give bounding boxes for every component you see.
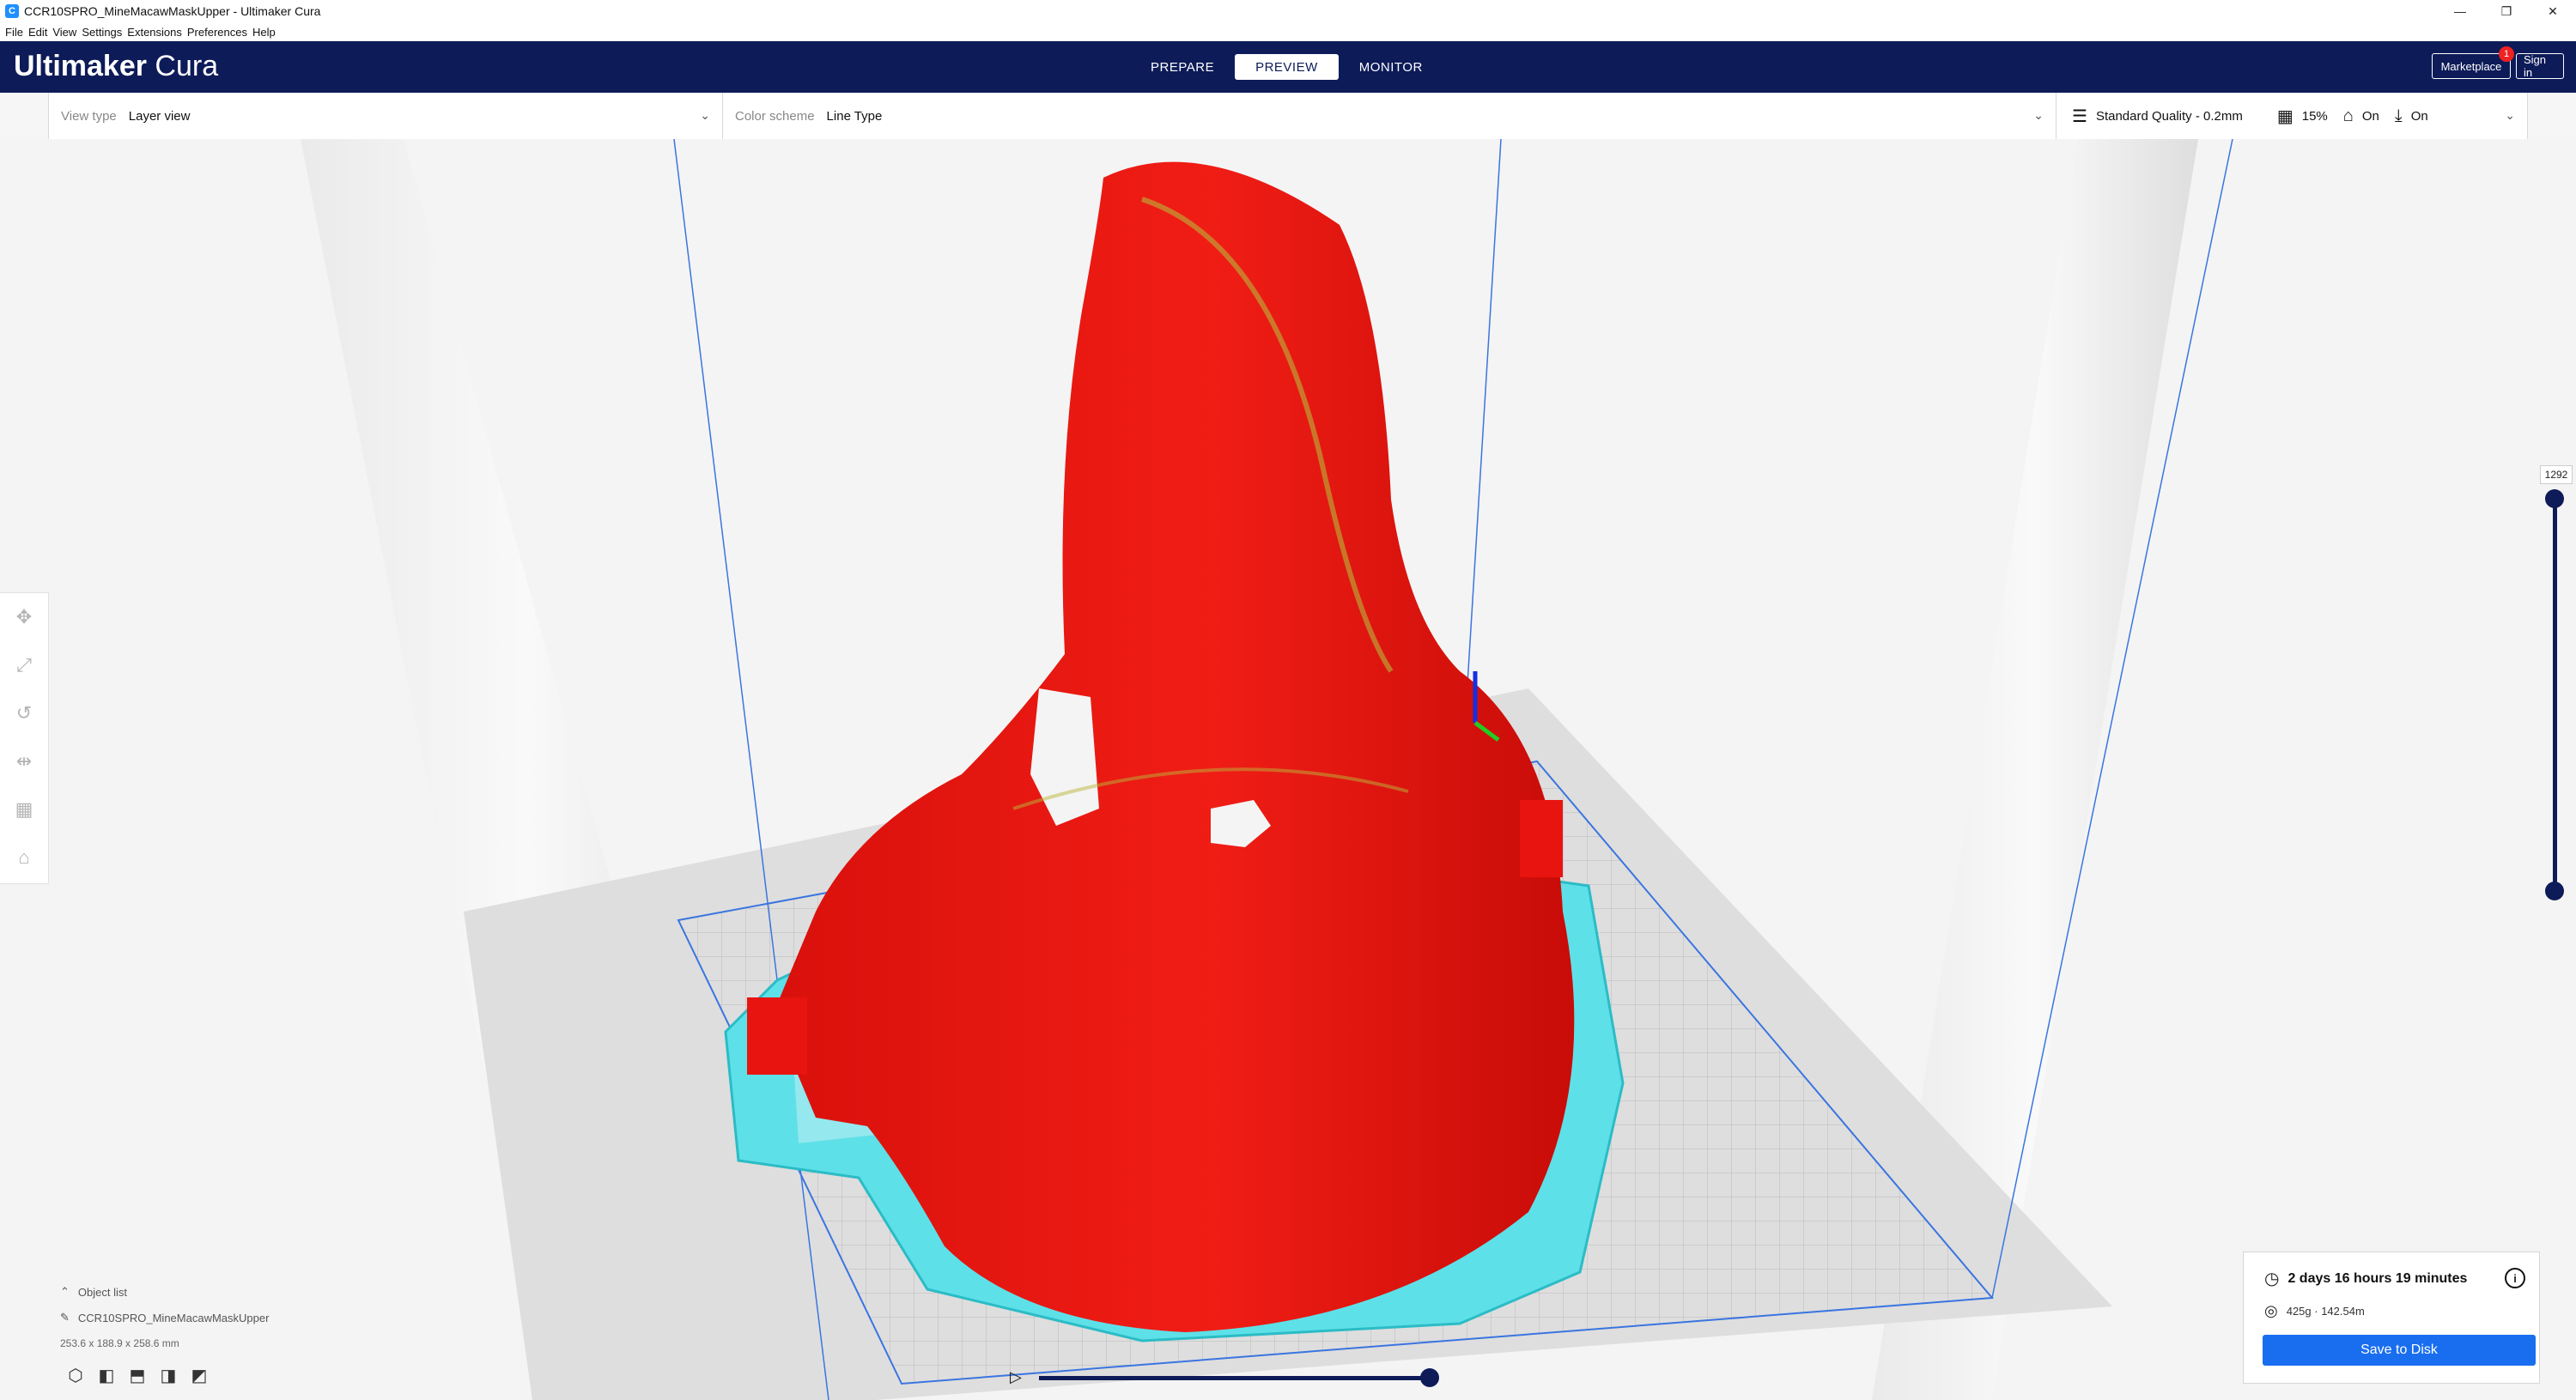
chevron-down-icon: ⌄	[2505, 108, 2515, 122]
3d-view-icon[interactable]: ⬡	[60, 1363, 91, 1387]
chevron-up-icon: ⌃	[60, 1285, 70, 1298]
profile-name: Standard Quality - 0.2mm	[2095, 108, 2243, 124]
per-model-settings-icon[interactable]: ▦	[0, 785, 48, 833]
left-view-icon[interactable]: ◨	[153, 1363, 184, 1387]
signin-button[interactable]: Sign in	[2516, 53, 2564, 79]
tab-preview[interactable]: PREVIEW	[1235, 54, 1339, 80]
close-icon[interactable]: ✕	[2530, 0, 2576, 22]
support-icon: ⌂	[2342, 106, 2354, 125]
marketplace-notification-badge: 1	[2499, 46, 2514, 62]
layer-slider-top-handle[interactable]	[2545, 489, 2564, 508]
3d-viewport[interactable]	[0, 139, 2576, 1400]
color-scheme-dropdown[interactable]: Color scheme Line Type ⌄	[723, 93, 2057, 139]
brand-name: Ultimaker	[14, 50, 147, 82]
menu-settings[interactable]: Settings	[82, 26, 122, 39]
rotate-tool-icon[interactable]: ↺	[0, 689, 48, 737]
chevron-down-icon: ⌄	[2033, 108, 2044, 122]
info-icon[interactable]: i	[2505, 1268, 2525, 1288]
stage-tabs: PREPARE PREVIEW MONITOR	[1130, 54, 1443, 80]
brand-product: Cura	[155, 50, 219, 82]
model-tab	[747, 997, 807, 1075]
cura-app-icon: C	[5, 4, 19, 18]
infill-value: 15%	[2301, 108, 2328, 124]
print-settings-button[interactable]: ☰ Standard Quality - 0.2mm ▦ 15% ⌂ On ⤓ …	[2057, 93, 2527, 139]
build-volume-edge	[1463, 139, 1502, 741]
object-name: CCR10SPRO_MineMacawMaskUpper	[77, 1311, 270, 1324]
print-info-panel: ◷ 2 days 16 hours 19 minutes i ◎ 425g · …	[2243, 1252, 2540, 1384]
model-tab	[1520, 800, 1563, 877]
clock-icon: ◷	[2264, 1270, 2280, 1288]
scale-tool-icon[interactable]: ⤢	[0, 641, 48, 689]
app-header: Ultimaker Cura PREPARE PREVIEW MONITOR M…	[0, 41, 2576, 93]
layer-slider-track[interactable]	[2553, 498, 2557, 893]
layer-number-label[interactable]: 1292	[2540, 465, 2573, 484]
restore-icon[interactable]: ❐	[2483, 0, 2530, 22]
mirror-tool-icon[interactable]: ⇹	[0, 737, 48, 785]
model-mask	[773, 161, 1575, 1333]
right-view-icon[interactable]: ◩	[184, 1363, 215, 1387]
layer-slider-bottom-handle[interactable]	[2545, 882, 2564, 900]
front-view-icon[interactable]: ◧	[91, 1363, 122, 1387]
camera-view-buttons: ⬡ ◧ ⬒ ◨ ◩	[60, 1363, 215, 1387]
tab-prepare[interactable]: PREPARE	[1130, 54, 1235, 80]
object-list-item[interactable]: ✎ CCR10SPRO_MineMacawMaskUpper	[60, 1305, 269, 1330]
material-usage: 425g · 142.54m	[2286, 1305, 2365, 1318]
menu-view[interactable]: View	[52, 26, 76, 39]
window-title: CCR10SPRO_MineMacawMaskUpper - Ultimaker…	[24, 4, 321, 18]
color-scheme-value: Line Type	[826, 108, 883, 124]
menu-preferences[interactable]: Preferences	[187, 26, 247, 39]
object-list-panel: ⌃ Object list ✎ CCR10SPRO_MineMacawMaskU…	[60, 1279, 269, 1356]
menu-file[interactable]: File	[5, 26, 23, 39]
scene-render	[301, 139, 2233, 1400]
chevron-down-icon: ⌄	[700, 108, 710, 122]
object-list-toggle[interactable]: ⌃ Object list	[60, 1279, 269, 1305]
play-icon[interactable]: ▷	[1010, 1368, 1022, 1386]
spool-icon: ◎	[2264, 1302, 2278, 1319]
object-list-header: Object list	[77, 1285, 127, 1299]
support-value: On	[2361, 108, 2379, 124]
color-scheme-label: Color scheme	[735, 108, 815, 124]
infill-icon: ▦	[2276, 106, 2293, 126]
tab-monitor[interactable]: MONITOR	[1339, 54, 1443, 80]
menu-bar: File Edit View Settings Extensions Prefe…	[0, 22, 2576, 41]
top-view-icon[interactable]: ⬒	[122, 1363, 153, 1387]
object-dimensions: 253.6 x 188.9 x 258.6 mm	[60, 1337, 179, 1349]
save-to-disk-button[interactable]: Save to Disk	[2263, 1335, 2536, 1366]
view-type-value: Layer view	[128, 108, 191, 124]
brand-logo: Ultimaker Cura	[14, 50, 218, 83]
menu-extensions[interactable]: Extensions	[127, 26, 182, 39]
menu-help[interactable]: Help	[252, 26, 276, 39]
print-time: 2 days 16 hours 19 minutes	[2287, 1270, 2468, 1286]
adhesion-value: On	[2410, 108, 2428, 124]
window-titlebar: C CCR10SPRO_MineMacawMaskUpper - Ultimak…	[0, 0, 2576, 22]
view-type-dropdown[interactable]: View type Layer view ⌄	[49, 93, 723, 139]
sliders-icon: ☰	[2072, 106, 2087, 126]
move-tool-icon[interactable]: ✥	[0, 593, 48, 641]
minimize-icon[interactable]: —	[2437, 0, 2483, 22]
adhesion-icon: ⤓	[2394, 106, 2403, 125]
path-slider-handle[interactable]	[1420, 1368, 1439, 1387]
tool-panel: ✥ ⤢ ↺ ⇹ ▦ ⌂	[0, 592, 49, 884]
edit-icon: ✎	[60, 1311, 70, 1324]
path-slider-track[interactable]	[1039, 1376, 1431, 1380]
menu-edit[interactable]: Edit	[28, 26, 47, 39]
view-toolbar: View type Layer view ⌄ Color scheme Line…	[48, 93, 2528, 140]
view-type-label: View type	[61, 108, 117, 124]
support-blocker-icon[interactable]: ⌂	[0, 833, 48, 882]
